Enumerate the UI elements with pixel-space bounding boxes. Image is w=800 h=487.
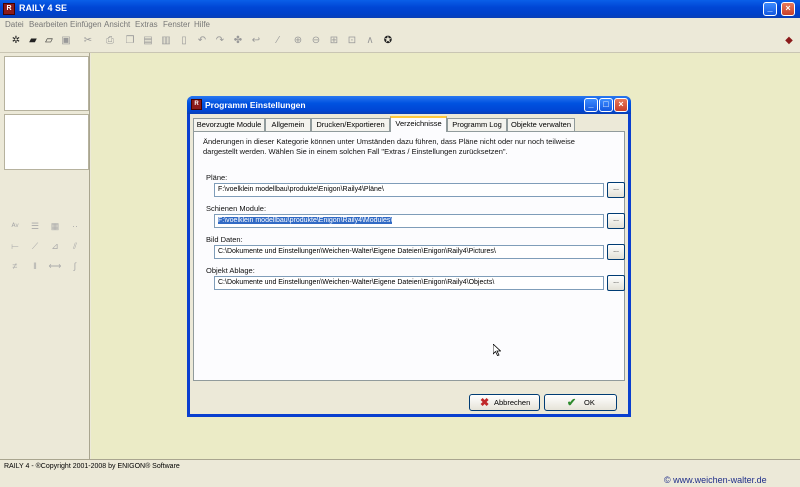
dialog-title-bar[interactable]: R Programm Einstellungen _ □ × xyxy=(187,96,631,114)
watermark: © www.weichen-walter.de xyxy=(664,475,767,485)
bild-daten-label: Bild Daten: xyxy=(206,235,243,244)
main-title-bar[interactable]: R RAILY 4 SE _ × xyxy=(0,0,800,18)
tab-verzeichnisse[interactable]: Verzeichnisse xyxy=(390,116,447,132)
dialog-title: Programm Einstellungen xyxy=(205,100,306,110)
open-folder-icon[interactable]: ▱ xyxy=(43,35,55,47)
objekt-ablage-label: Objekt Ablage: xyxy=(206,266,255,275)
tab-programm-log[interactable]: Programm Log xyxy=(447,118,507,131)
status-text: RAILY 4 - ®Copyright 2001-2008 by ENIGON… xyxy=(4,463,180,470)
zoom-fit-icon[interactable]: ⊞ xyxy=(328,35,340,47)
preview-pane-top xyxy=(4,56,89,111)
bild-daten-path-input[interactable]: C:\Dokumente und Einstellungen\Weichen-W… xyxy=(214,245,604,259)
objekt-ablage-path-input[interactable]: C:\Dokumente und Einstellungen\Weichen-W… xyxy=(214,276,604,290)
menu-datei[interactable]: Datei xyxy=(5,20,24,29)
zoom-out-icon[interactable]: ⊖ xyxy=(310,35,322,47)
copy-icon[interactable]: ❐ xyxy=(124,35,136,47)
cancel-button-label: Abbrechen xyxy=(494,398,531,407)
dialog-app-icon: R xyxy=(191,99,202,110)
verzeichnisse-panel: Änderungen in dieser Kategorie können un… xyxy=(193,131,625,381)
cancel-x-icon: ✖ xyxy=(480,397,490,409)
tab-allgemein[interactable]: Allgemein xyxy=(265,118,311,131)
new-plan-icon[interactable]: ✲ xyxy=(10,35,22,47)
close-button[interactable]: × xyxy=(781,2,795,16)
menu-einfuegen[interactable]: Einfügen xyxy=(70,20,102,29)
mouse-cursor-icon xyxy=(493,344,501,356)
intro-line-2: dargestellt werden. Wählen Sie in einem … xyxy=(203,147,508,156)
schienen-module-label: Schienen Module: xyxy=(206,204,267,213)
menu-fenster[interactable]: Fenster xyxy=(163,20,190,29)
zoom-in-icon[interactable]: ⊕ xyxy=(292,35,304,47)
undo-icon[interactable]: ↶ xyxy=(196,35,208,47)
s-curve-icon[interactable]: ∫ xyxy=(68,261,82,271)
status-bar: RAILY 4 - ®Copyright 2001-2008 by ENIGON… xyxy=(0,459,800,487)
line-icon[interactable]: ⁄ xyxy=(272,35,284,47)
table-tool-icon[interactable]: ▦ xyxy=(48,221,62,231)
left-panel: ᴬᵛ ☰ ▦ ·· ⟝ ⟋ ⊿ ⫽ ≠ ǁ ⟷ ∫ xyxy=(0,53,90,459)
menu-bearbeiten[interactable]: Bearbeiten xyxy=(29,20,68,29)
schienen-module-browse-button[interactable]: ... xyxy=(607,213,625,229)
straight-track-icon[interactable]: ⟝ xyxy=(8,241,22,251)
menu-ansicht[interactable]: Ansicht xyxy=(104,20,130,29)
preview-pane-bottom xyxy=(4,114,89,170)
window-title: RAILY 4 SE xyxy=(19,3,68,13)
menu-extras[interactable]: Extras xyxy=(135,20,158,29)
crossing-icon[interactable]: ≠ xyxy=(8,261,22,271)
intro-line-1: Änderungen in dieser Kategorie können un… xyxy=(203,137,575,146)
list-tool-icon[interactable]: ☰ xyxy=(28,221,42,231)
dialog-body: Bevorzugte Module Allgemein Drucken/Expo… xyxy=(190,114,628,414)
open-icon[interactable]: ▰ xyxy=(27,35,39,47)
settings-dialog: R Programm Einstellungen _ □ × Bevorzugt… xyxy=(187,96,631,417)
tab-objekte-verwalten[interactable]: Objekte verwalten xyxy=(507,118,575,131)
effects-icon[interactable]: ✪ xyxy=(382,35,394,47)
tab-bevorzugte-module[interactable]: Bevorzugte Module xyxy=(193,118,265,131)
track-tool-icon[interactable]: ᴬᵛ xyxy=(8,221,22,231)
menu-hilfe[interactable]: Hilfe xyxy=(194,20,210,29)
curve-track-icon[interactable]: ⟋ xyxy=(28,241,42,251)
buffer-icon[interactable]: ⟷ xyxy=(48,261,62,271)
paste-special-icon[interactable]: ▥ xyxy=(160,35,172,47)
plaene-label: Pläne: xyxy=(206,173,228,182)
plaene-browse-button[interactable]: ... xyxy=(607,182,625,198)
angle-icon[interactable]: ∧ xyxy=(364,35,376,47)
delete-icon[interactable]: ▯ xyxy=(178,35,190,47)
toolbar: ✲ ▰ ▱ ▣ ✂ ⎙ ❐ ▤ ▥ ▯ ↶ ↷ ✤ ↩ ⁄ ⊕ ⊖ ⊞ ⊡ ∧ … xyxy=(0,31,800,53)
switch-right-icon[interactable]: ⫽ xyxy=(68,241,82,251)
switch-left-icon[interactable]: ⊿ xyxy=(48,241,62,251)
intro-text: Änderungen in dieser Kategorie können un… xyxy=(203,137,613,157)
back-icon[interactable]: ↩ xyxy=(250,35,262,47)
ok-button-label: OK xyxy=(584,398,595,407)
paste-icon[interactable]: ▤ xyxy=(142,35,154,47)
help-book-icon[interactable]: ◆ xyxy=(783,35,795,47)
minimize-button[interactable]: _ xyxy=(763,2,777,16)
ok-button[interactable]: ✔ OK xyxy=(544,394,617,411)
schienen-module-path-input[interactable]: F:\voelklein modellbau\produkte\Enigon\R… xyxy=(214,214,604,228)
raily-app-icon[interactable]: R xyxy=(3,3,15,15)
save-icon[interactable]: ▣ xyxy=(60,35,72,47)
tab-drucken-exportieren[interactable]: Drucken/Exportieren xyxy=(311,118,390,131)
cancel-button[interactable]: ✖ Abbrechen xyxy=(469,394,540,411)
schienen-module-path-selection: F:\voelklein modellbau\produkte\Enigon\R… xyxy=(218,217,393,224)
dialog-maximize-button[interactable]: □ xyxy=(599,98,613,112)
print-icon[interactable]: ⎙ xyxy=(104,35,116,47)
dialog-minimize-button[interactable]: _ xyxy=(584,98,598,112)
bild-daten-browse-button[interactable]: ... xyxy=(607,244,625,260)
ok-check-icon: ✔ xyxy=(567,397,577,409)
misc-tool-icon[interactable]: ·· xyxy=(68,221,82,231)
plaene-path-input[interactable]: F:\voelklein modellbau\produkte\Enigon\R… xyxy=(214,183,604,197)
grid-icon[interactable]: ⊡ xyxy=(346,35,358,47)
redo-icon[interactable]: ↷ xyxy=(214,35,226,47)
dialog-close-button[interactable]: × xyxy=(614,98,628,112)
tool-icon[interactable]: ✤ xyxy=(232,35,244,47)
cut-icon[interactable]: ✂ xyxy=(82,35,94,47)
ladder-icon[interactable]: ǁ xyxy=(28,261,42,271)
objekt-ablage-browse-button[interactable]: ... xyxy=(607,275,625,291)
menu-bar: Datei Bearbeiten Einfügen Ansicht Extras… xyxy=(0,18,800,31)
